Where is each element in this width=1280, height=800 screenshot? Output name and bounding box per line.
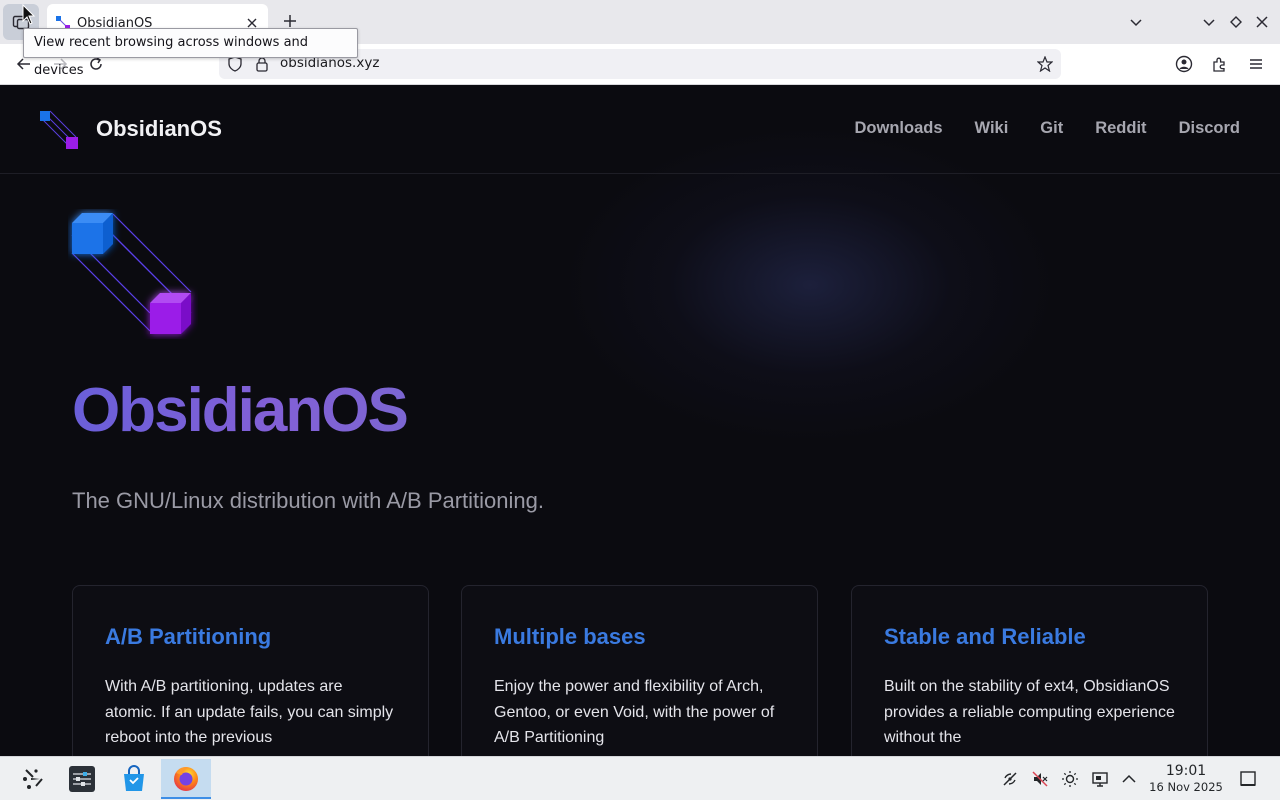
- discover-store-icon: [124, 765, 144, 791]
- account-icon: [1175, 55, 1193, 73]
- site-name[interactable]: ObsidianOS: [96, 116, 222, 142]
- nav-link-git[interactable]: Git: [1040, 119, 1063, 138]
- show-desktop-icon[interactable]: [1238, 769, 1258, 789]
- chevron-down-icon: [1130, 19, 1142, 27]
- web-page: ObsidianOS Downloads Wiki Git Reddit Dis…: [0, 85, 1280, 756]
- card-title: Stable and Reliable: [884, 624, 1086, 649]
- arrow-left-icon: [16, 58, 30, 70]
- reload-icon: [90, 57, 102, 70]
- card-body: Enjoy the power and flexibility of Arch,…: [494, 678, 775, 746]
- bookmark-star-icon[interactable]: [1037, 56, 1053, 72]
- feature-card-stable-reliable: Stable and Reliable Built on the stabili…: [851, 585, 1208, 756]
- feature-card-multiple-bases: Multiple bases Enjoy the power and flexi…: [461, 585, 818, 756]
- card-body: With A/B partitioning, updates are atomi…: [105, 678, 394, 746]
- system-settings-icon: [69, 766, 95, 792]
- window-maximize-button[interactable]: [1222, 8, 1250, 36]
- account-button[interactable]: [1170, 50, 1198, 78]
- obsidianos-logo-icon[interactable]: [38, 107, 82, 151]
- mouse-cursor-icon: [22, 4, 36, 25]
- brightness-icon[interactable]: [1060, 769, 1080, 789]
- network-icon[interactable]: [1000, 769, 1020, 789]
- window-minimize-button[interactable]: [1195, 8, 1223, 36]
- nav-link-reddit[interactable]: Reddit: [1095, 119, 1146, 138]
- hamburger-menu-icon: [1250, 59, 1262, 69]
- clock-date[interactable]: 16 Nov 2025: [1144, 780, 1228, 794]
- firefox-icon: [174, 767, 198, 791]
- hero-subtitle: The GNU/Linux distribution with A/B Part…: [72, 488, 545, 513]
- window-close-button[interactable]: [1248, 8, 1276, 36]
- taskbar: 19:01 16 Nov 2025: [0, 756, 1280, 800]
- list-all-tabs-button[interactable]: [1122, 8, 1150, 36]
- nav-link-wiki[interactable]: Wiki: [975, 119, 1009, 138]
- puzzle-piece-icon: [1213, 57, 1225, 72]
- taskbar-app-discover[interactable]: [110, 759, 158, 799]
- nav-link-discord[interactable]: Discord: [1179, 119, 1240, 138]
- minimize-chevron-icon: [1203, 19, 1215, 27]
- hero-logo-icon: [71, 213, 192, 334]
- site-nav: Downloads Wiki Git Reddit Discord: [855, 119, 1241, 138]
- plus-icon: [284, 15, 296, 27]
- close-icon: [1256, 16, 1268, 28]
- tooltip: View recent browsing across windows and …: [23, 28, 358, 78]
- card-title: A/B Partitioning: [105, 624, 272, 649]
- extensions-button[interactable]: [1206, 50, 1234, 78]
- tray-expand-icon[interactable]: [1119, 769, 1139, 789]
- tracking-protection-icon[interactable]: [227, 56, 243, 72]
- taskbar-app-firefox[interactable]: [161, 759, 211, 799]
- hero-title: ObsidianOS: [72, 376, 409, 445]
- display-icon[interactable]: [1090, 769, 1110, 789]
- application-launcher-button[interactable]: [9, 759, 57, 799]
- volume-muted-icon[interactable]: [1030, 769, 1050, 789]
- app-menu-button[interactable]: [1242, 50, 1270, 78]
- feature-card-ab-partitioning: A/B Partitioning With A/B partitioning, …: [72, 585, 429, 756]
- taskbar-app-settings[interactable]: [58, 759, 106, 799]
- card-title: Multiple bases: [494, 624, 646, 649]
- lock-icon[interactable]: [254, 56, 270, 72]
- site-header: ObsidianOS Downloads Wiki Git Reddit Dis…: [0, 85, 1280, 174]
- nav-link-downloads[interactable]: Downloads: [855, 119, 943, 138]
- application-launcher-icon: [23, 769, 43, 789]
- card-body: Built on the stability of ext4, Obsidian…: [884, 678, 1175, 746]
- clock-time[interactable]: 19:01: [1147, 763, 1225, 779]
- maximize-diamond-icon: [1230, 16, 1242, 28]
